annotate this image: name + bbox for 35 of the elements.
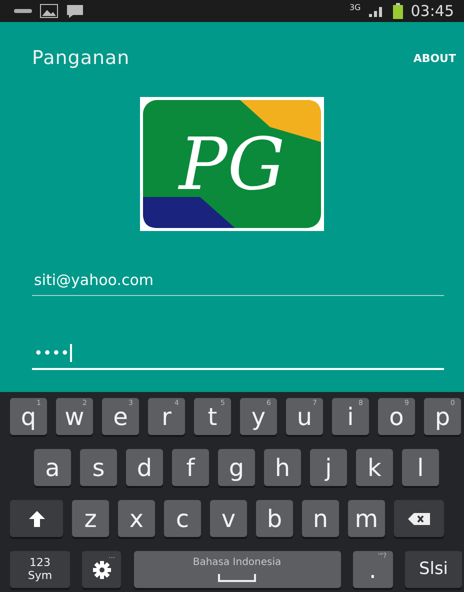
- key[interactable]: k: [356, 449, 393, 486]
- backspace-icon: [408, 512, 430, 524]
- network-type: 3G: [349, 3, 361, 12]
- key[interactable]: s: [80, 449, 117, 486]
- image-icon: [40, 4, 58, 18]
- key[interactable]: n: [302, 500, 339, 537]
- key[interactable]: z: [72, 500, 109, 537]
- key[interactable]: g: [218, 449, 255, 486]
- key[interactable]: h: [264, 449, 301, 486]
- shift-key[interactable]: [10, 500, 63, 537]
- app-title: Panganan: [32, 47, 130, 69]
- key[interactable]: f: [172, 449, 209, 486]
- input-field[interactable]: ••••: [32, 340, 444, 370]
- app-logo: PG: [140, 97, 324, 231]
- key[interactable]: l: [402, 449, 439, 486]
- key[interactable]: j: [310, 449, 347, 486]
- usb-icon: [14, 7, 32, 15]
- signal-icon: [368, 5, 385, 17]
- about-link[interactable]: ABOUT: [413, 52, 456, 64]
- battery-icon: [392, 3, 403, 19]
- chat-icon: [66, 4, 84, 18]
- shift-icon: [28, 510, 46, 528]
- space-key[interactable]: Bahasa Indonesia: [134, 551, 340, 588]
- symbols-key[interactable]: 123 Sym: [10, 551, 70, 588]
- key[interactable]: d: [126, 449, 163, 486]
- key[interactable]: a: [34, 449, 71, 486]
- key[interactable]: m: [348, 500, 385, 537]
- input-field[interactable]: siti@yahoo.com: [32, 267, 444, 296]
- backspace-key[interactable]: [394, 500, 444, 537]
- key[interactable]: v: [210, 500, 247, 537]
- key[interactable]: b: [256, 500, 293, 537]
- clock: 03:45: [410, 2, 454, 20]
- key[interactable]: x: [118, 500, 155, 537]
- done-key[interactable]: Slsi: [405, 551, 462, 588]
- key[interactable]: c: [164, 500, 201, 537]
